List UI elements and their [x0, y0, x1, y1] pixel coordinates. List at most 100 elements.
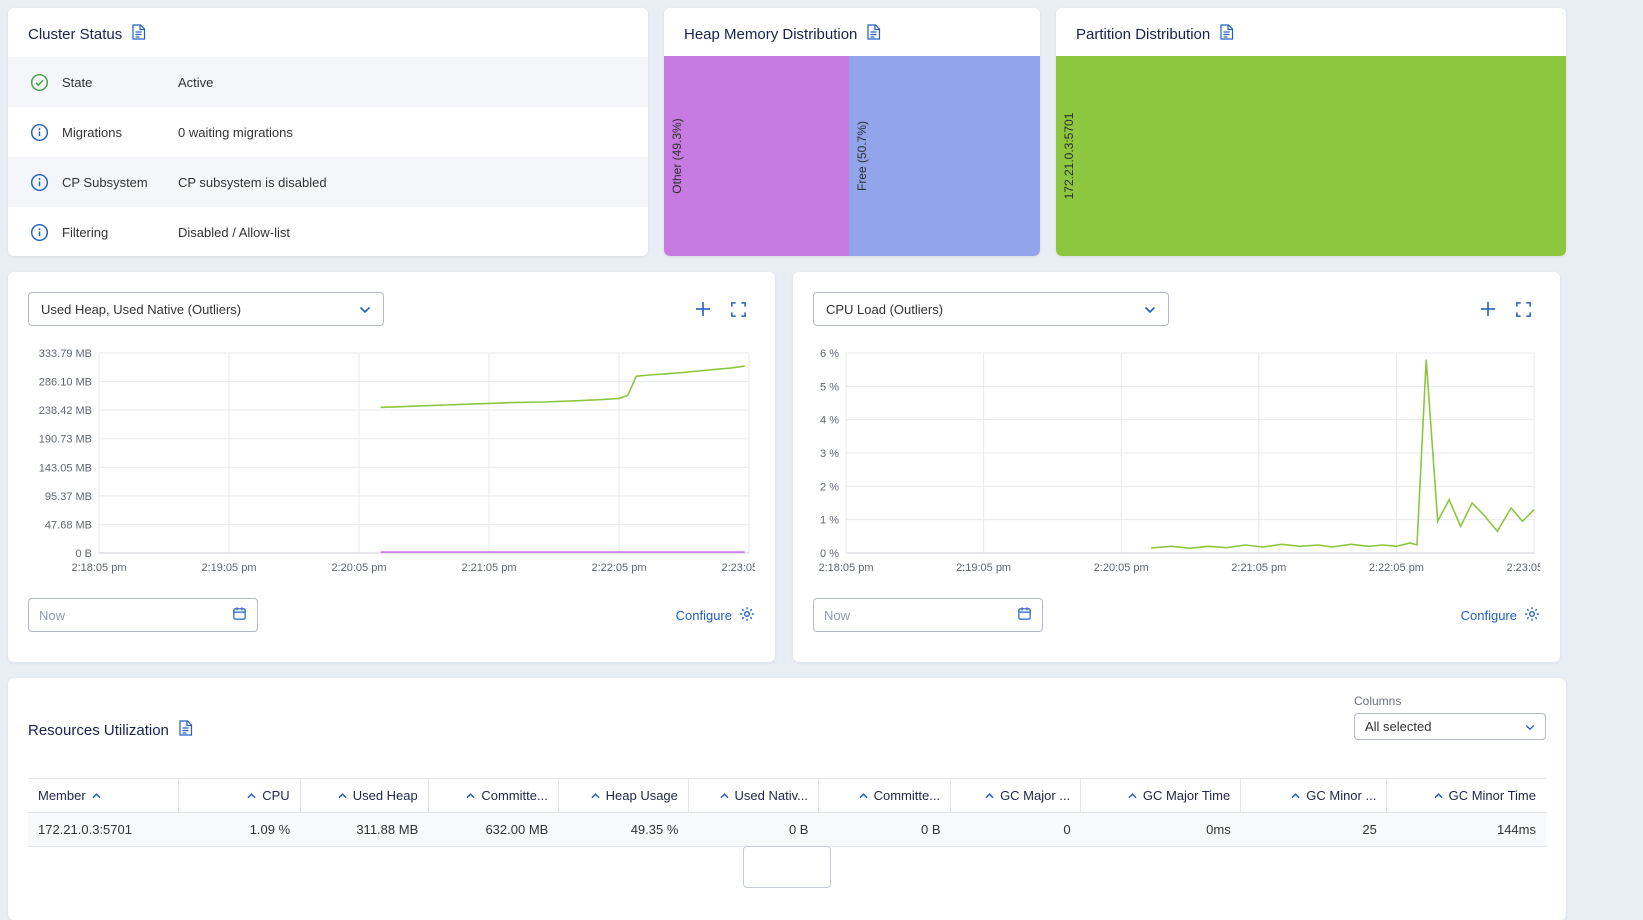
cluster-row-value: Disabled / Allow-list: [178, 224, 290, 240]
fullscreen-button[interactable]: [1515, 301, 1532, 318]
column-header-9[interactable]: GC Minor ...: [1240, 778, 1387, 813]
svg-text:95.37 MB: 95.37 MB: [45, 491, 92, 503]
heap-distribution-bar: Other (49.3%) Free (50.7%): [664, 56, 1040, 256]
table-cell: 144ms: [1386, 812, 1546, 847]
cpu-load-chart-card: CPU Load (Outliers) 2:18:05 pm 2:19:05 pm…: [793, 272, 1560, 662]
calendar-icon: [1017, 606, 1032, 624]
column-header-3[interactable]: Committe...: [427, 778, 559, 813]
column-header-1[interactable]: CPU: [177, 778, 301, 813]
configure-button[interactable]: Configure: [1461, 606, 1540, 625]
time-range-input[interactable]: Now: [813, 598, 1043, 632]
column-header-7[interactable]: GC Major ...: [950, 778, 1081, 813]
svg-text:333.79 MB: 333.79 MB: [39, 348, 92, 360]
info-circle-icon: [30, 223, 49, 242]
used-heap-chart: 2:18:05 pm 2:19:05 pm 2:20:05 pm 2:21:05 pm…: [39, 348, 755, 574]
configure-button[interactable]: Configure: [676, 606, 755, 625]
partition-distribution-card: Partition Distribution 172.21.0.3:5701: [1056, 8, 1566, 256]
cluster-row-label: State: [62, 74, 93, 90]
svg-text:143.05 MB: 143.05 MB: [39, 462, 92, 474]
svg-text:2:21:05 pm: 2:21:05 pm: [1231, 562, 1286, 574]
cluster-row-value: CP subsystem is disabled: [178, 174, 327, 190]
column-header-5[interactable]: Used Nativ...: [687, 778, 819, 813]
svg-text:2:18:05 pm: 2:18:05 pm: [71, 562, 126, 574]
time-range-input[interactable]: Now: [28, 598, 258, 632]
metric-select[interactable]: Used Heap, Used Native (Outliers): [28, 292, 384, 326]
svg-text:2:21:05 pm: 2:21:05 pm: [461, 562, 516, 574]
svg-text:3 %: 3 %: [820, 448, 839, 460]
column-header-0[interactable]: Member: [28, 778, 179, 813]
resources-table: Member CPU Used Heap Committe... Heap Usage U…: [28, 778, 1546, 847]
chevron-down-icon: [1525, 719, 1535, 734]
svg-text:6 %: 6 %: [820, 348, 839, 360]
calendar-icon: [232, 606, 247, 624]
member-cell: 172.21.0.3:5701: [28, 812, 179, 847]
cluster-status-title: Cluster Status: [28, 25, 123, 43]
distribution-segment[interactable]: Other (49.3%): [664, 56, 850, 256]
document-icon[interactable]: [1219, 24, 1234, 44]
svg-text:238.42 MB: 238.42 MB: [39, 405, 92, 417]
segment-label: 172.21.0.3:5701: [1062, 112, 1076, 200]
heap-memory-distribution-card: Heap Memory Distribution Other (49.3%) Fr…: [664, 8, 1040, 256]
cluster-status-rows: State Active Migrations 0 waiting migration…: [8, 57, 648, 257]
table-cell: 49.35 %: [558, 812, 689, 847]
time-range-value: Now: [39, 607, 66, 623]
svg-text:2:19:05 pm: 2:19:05 pm: [201, 562, 256, 574]
document-icon[interactable]: [178, 720, 193, 740]
cluster-status-title-row: Cluster Status: [8, 8, 648, 57]
partition-distribution-title: Partition Distribution: [1076, 25, 1211, 43]
cluster-row-label: Migrations: [62, 124, 122, 140]
document-icon[interactable]: [866, 24, 881, 44]
table-cell: 311.88 MB: [300, 812, 429, 847]
add-chart-button[interactable]: [1479, 300, 1497, 318]
svg-text:2:20:05 pm: 2:20:05 pm: [1094, 562, 1149, 574]
svg-text:5 %: 5 %: [820, 381, 839, 393]
svg-text:190.73 MB: 190.73 MB: [39, 434, 92, 446]
heap-distribution-title: Heap Memory Distribution: [684, 25, 858, 43]
configure-label: Configure: [675, 607, 732, 623]
document-icon[interactable]: [131, 24, 146, 44]
cluster-status-row: CP Subsystem CP subsystem is disabled: [8, 157, 648, 207]
table-cell: 0 B: [688, 812, 819, 847]
cluster-status-row: Filtering Disabled / Allow-list: [8, 207, 648, 257]
distribution-segment[interactable]: Free (50.7%): [849, 56, 1040, 256]
info-circle-icon: [30, 173, 49, 192]
metric-select[interactable]: CPU Load (Outliers): [813, 292, 1169, 326]
table-cell: 25: [1240, 812, 1387, 847]
add-chart-button[interactable]: [694, 300, 712, 318]
svg-text:286.10 MB: 286.10 MB: [39, 377, 92, 389]
table-cell: 0: [950, 812, 1081, 847]
pagination-control[interactable]: [743, 846, 831, 888]
used-heap-chart-card: Used Heap, Used Native (Outliers) 2:18:0…: [8, 272, 775, 662]
columns-select[interactable]: All selected: [1354, 713, 1546, 740]
configure-label: Configure: [1460, 607, 1517, 623]
column-header-2[interactable]: Used Heap: [299, 778, 429, 813]
column-header-8[interactable]: GC Major Time: [1080, 778, 1241, 813]
cluster-status-row: State Active: [8, 57, 648, 107]
gear-icon: [739, 606, 755, 625]
chevron-down-icon: [1144, 302, 1156, 317]
svg-text:2:18:05 pm: 2:18:05 pm: [818, 562, 873, 574]
columns-label: Columns: [1354, 694, 1402, 708]
heap-distribution-title-row: Heap Memory Distribution: [664, 8, 1040, 56]
svg-text:47.68 MB: 47.68 MB: [45, 519, 92, 531]
resources-utilization-card: Resources Utilization Columns All select…: [8, 678, 1566, 920]
svg-text:1 %: 1 %: [820, 515, 839, 527]
metric-select-value: Used Heap, Used Native (Outliers): [41, 301, 242, 317]
chart-header: CPU Load (Outliers): [813, 292, 1540, 326]
table-cell: 0 B: [818, 812, 951, 847]
time-range-value: Now: [824, 607, 851, 623]
check-circle-icon: [30, 73, 49, 92]
cluster-row-value: 0 waiting migrations: [178, 124, 293, 140]
svg-text:2:22:05 pm: 2:22:05 pm: [591, 562, 646, 574]
segment-label: Other (49.3%): [670, 118, 684, 194]
distribution-segment[interactable]: 172.21.0.3:5701: [1056, 56, 1566, 256]
gear-icon: [1524, 606, 1540, 625]
cluster-row-label: CP Subsystem: [62, 174, 148, 190]
table-cell: 1.09 %: [178, 812, 301, 847]
chevron-down-icon: [359, 302, 371, 317]
column-header-10[interactable]: GC Minor Time: [1386, 778, 1546, 813]
partition-distribution-bar: 172.21.0.3:5701: [1056, 56, 1566, 256]
column-header-4[interactable]: Heap Usage: [557, 778, 689, 813]
fullscreen-button[interactable]: [730, 301, 747, 318]
column-header-6[interactable]: Committe...: [817, 778, 951, 813]
